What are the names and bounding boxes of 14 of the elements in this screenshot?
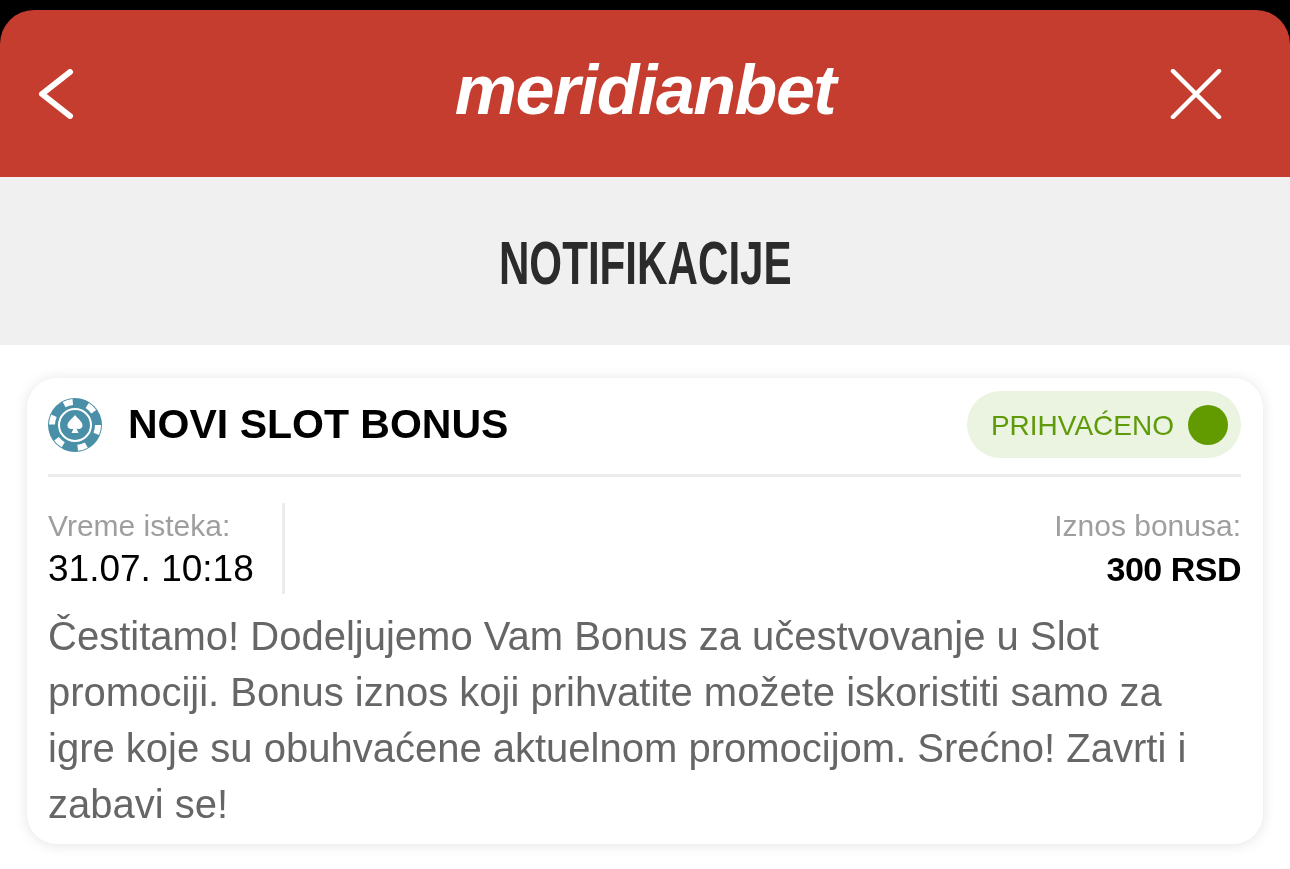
back-button[interactable] [38, 68, 74, 119]
amount-label: Iznos bonusa: [1054, 507, 1241, 544]
notification-message: Čestitamo! Dodeljujemo Vam Bonus za učestvovanje u Slot promociji. Bonus iznos koji prihvatite možete iskoristiti samo za igre koje su obuhvaćene aktuelnom promocijom. Srećno! Zavrti i zabavi se! [48, 613, 1188, 828]
status-dot-icon [1188, 404, 1228, 445]
poker-chip-icon [48, 397, 102, 452]
expiry-label: Vreme isteka: [48, 507, 231, 544]
notification-title: NOVI SLOT BONUS [128, 401, 510, 448]
status-label: PRIHVAĆENO [990, 409, 1174, 440]
close-icon [1170, 68, 1222, 119]
page-title: NOTIFIKACIJE [498, 228, 792, 294]
chevron-left-icon [38, 68, 74, 119]
amount-value: 300 RSD [1106, 548, 1241, 590]
expiry-value: 31.07. 10:18 [48, 546, 254, 591]
close-button[interactable] [1170, 68, 1222, 119]
